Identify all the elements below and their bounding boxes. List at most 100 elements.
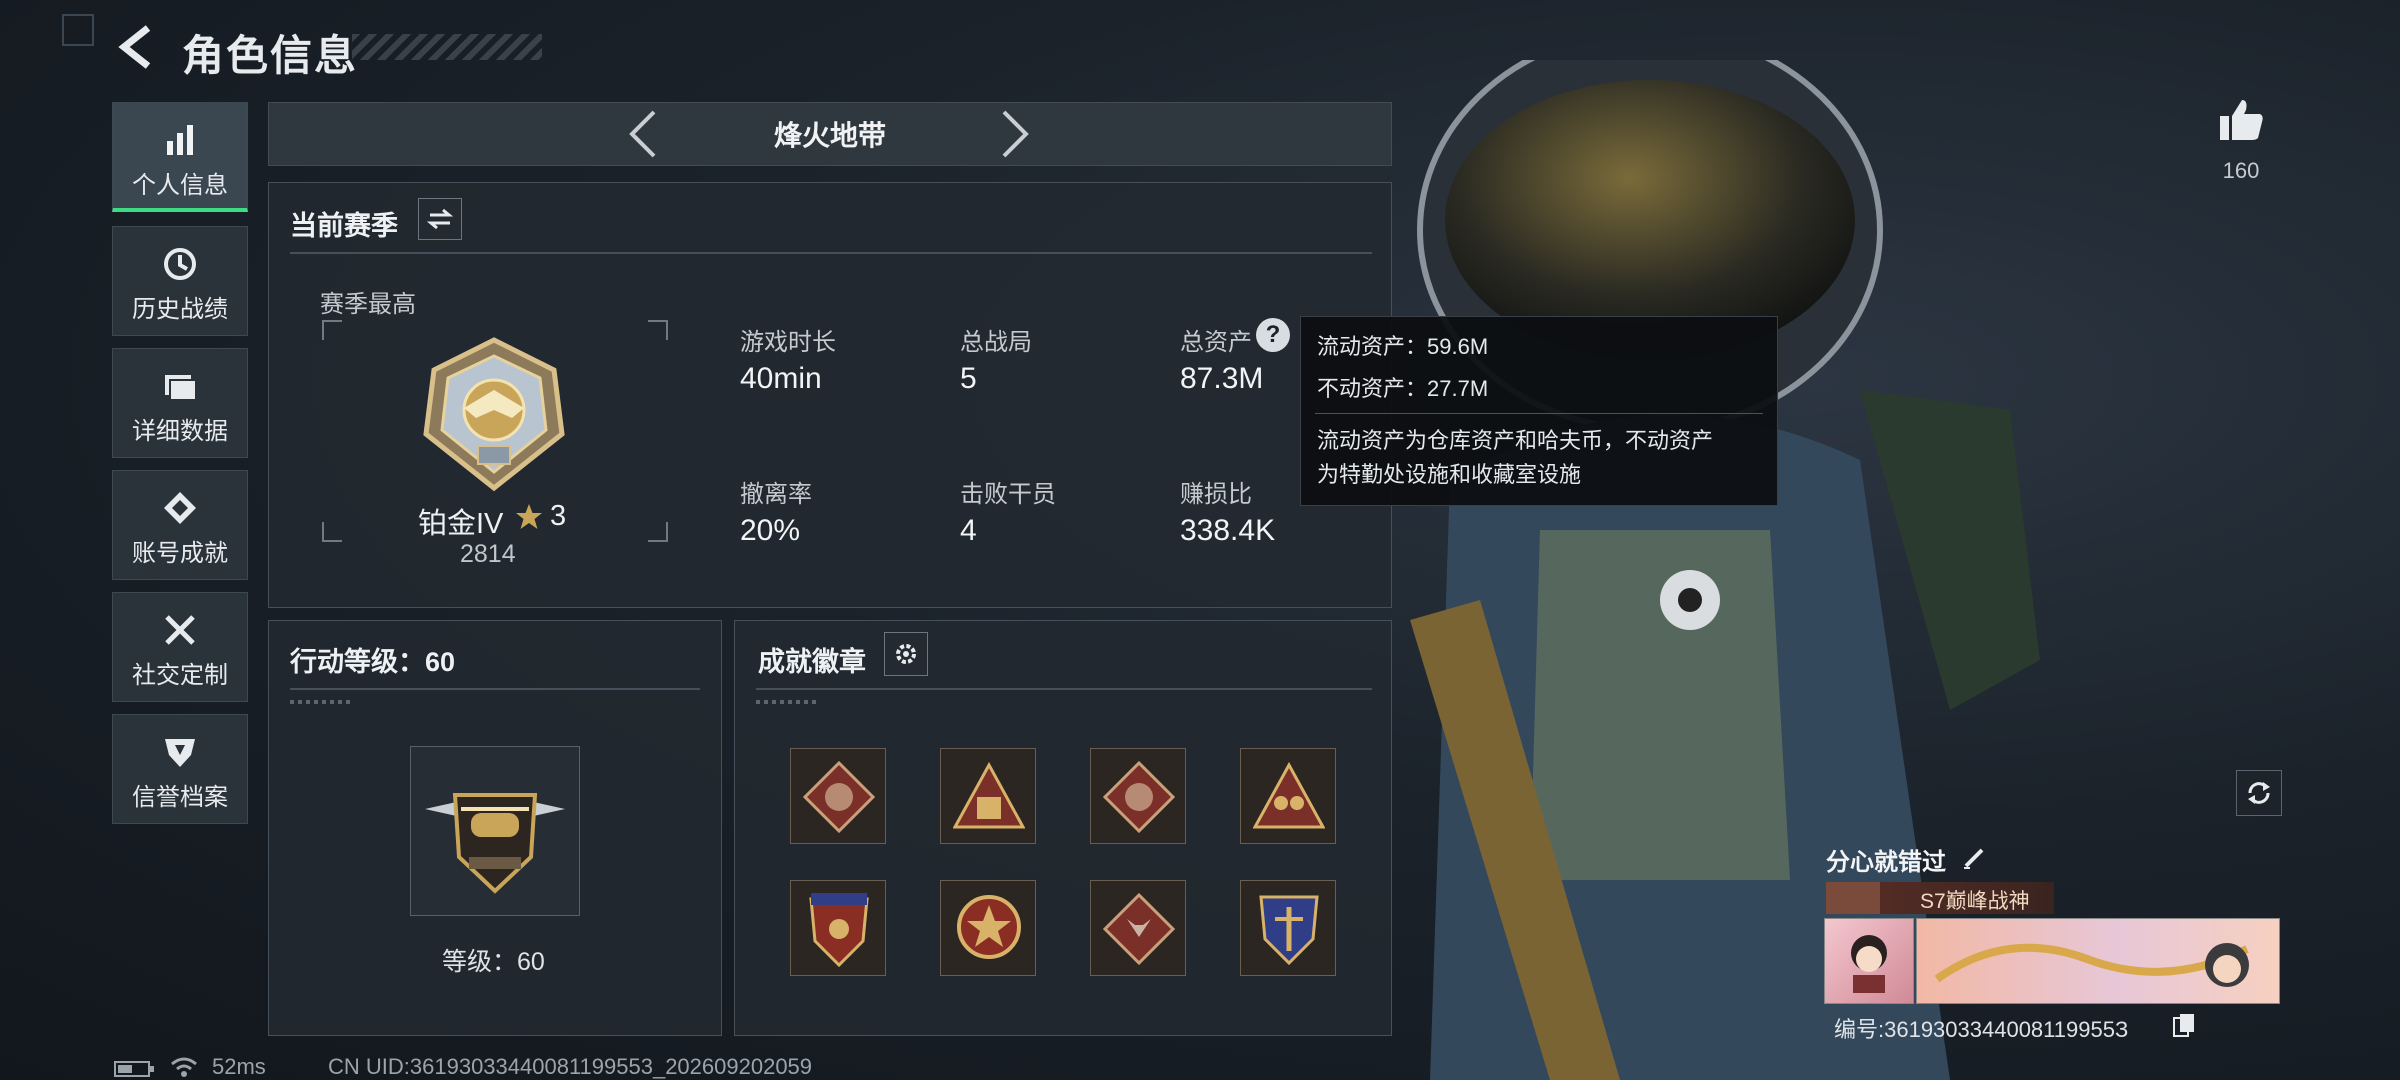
rank-emblem-icon bbox=[423, 337, 565, 492]
sidebar-item-social[interactable]: 社交定制 bbox=[112, 592, 248, 702]
badges-title: 成就徽章 bbox=[758, 647, 866, 677]
stat-label-kills: 击败干员 bbox=[960, 481, 1056, 508]
helicopter-emblem-icon bbox=[425, 793, 565, 894]
rank-score: 2814 bbox=[460, 540, 516, 568]
header-stripes bbox=[352, 34, 542, 60]
corner-decoration bbox=[62, 14, 94, 46]
squad-badge-icon bbox=[1253, 761, 1325, 829]
divider bbox=[290, 252, 1372, 254]
chevron-left-icon[interactable] bbox=[626, 108, 660, 160]
thumbs-up-icon[interactable] bbox=[2218, 96, 2264, 142]
sidebar-item-credit[interactable]: 信誉档案 bbox=[112, 714, 248, 824]
avatar-icon bbox=[1851, 935, 1887, 993]
trident-shield-badge-icon bbox=[1259, 895, 1319, 966]
stat-value-assets: 87.3M bbox=[1180, 362, 1264, 395]
star-icon bbox=[516, 504, 542, 529]
sidebar-item-label: 详细数据 bbox=[132, 418, 228, 445]
player-banner[interactable] bbox=[1916, 918, 2280, 1004]
level-text: 等级：60 bbox=[442, 948, 545, 976]
stat-label-extraction-rate: 撤离率 bbox=[740, 481, 812, 508]
medal-badge-icon bbox=[957, 895, 1021, 959]
season-best-label: 赛季最高 bbox=[320, 291, 416, 318]
stat-value-playtime: 40min bbox=[740, 362, 822, 395]
player-name: 分心就错过 bbox=[1826, 849, 1946, 876]
level-emblem-frame bbox=[410, 746, 580, 916]
sidebar-item-detail-data[interactable]: 详细数据 bbox=[112, 348, 248, 458]
divider bbox=[290, 688, 700, 690]
sidebar-item-personal-info[interactable]: 个人信息 bbox=[112, 102, 248, 212]
ping-text: 52ms bbox=[212, 1054, 266, 1079]
stat-label-playtime: 游戏时长 bbox=[740, 329, 836, 356]
badge-slot[interactable] bbox=[790, 880, 886, 976]
tooltip-fixed-assets: 不动资产：27.7M bbox=[1317, 376, 1489, 401]
sidebar-item-history[interactable]: 历史战绩 bbox=[112, 226, 248, 336]
likes-count: 160 bbox=[2222, 158, 2260, 183]
edit-icon[interactable] bbox=[1962, 844, 1988, 870]
tooltip-desc-line2: 为特勤处设施和收藏室设施 bbox=[1317, 462, 1582, 487]
stat-value-profit-ratio: 338.4K bbox=[1180, 514, 1276, 547]
badge-slot[interactable] bbox=[790, 748, 886, 844]
tooltip-desc-line1: 流动资产为仓库资产和哈夫币，不动资产 bbox=[1317, 428, 1714, 453]
stat-label-matches: 总战局 bbox=[960, 329, 1032, 356]
divider bbox=[756, 688, 1372, 690]
wolf-badge-icon bbox=[1103, 893, 1175, 965]
help-icon[interactable]: ? bbox=[1256, 318, 1290, 352]
wifi-icon bbox=[171, 1057, 197, 1077]
badge-settings-button[interactable] bbox=[884, 632, 928, 676]
sidebar-item-label: 信誉档案 bbox=[132, 784, 228, 811]
season-title: 当前赛季 bbox=[290, 211, 398, 241]
stat-label-assets: 总资产 bbox=[1180, 329, 1252, 356]
banner-art-icon bbox=[1934, 943, 2249, 987]
badge-slot[interactable] bbox=[1090, 748, 1186, 844]
badge-slot[interactable] bbox=[1240, 748, 1336, 844]
folder-icon bbox=[165, 375, 197, 401]
divider bbox=[1315, 413, 1763, 414]
stat-value-matches: 5 bbox=[960, 362, 977, 395]
back-icon[interactable] bbox=[112, 22, 162, 72]
title-tag: S7巅峰战神 bbox=[1826, 882, 2054, 914]
badge-slot[interactable] bbox=[940, 880, 1036, 976]
sidebar-item-label: 历史战绩 bbox=[132, 296, 228, 323]
player-avatar[interactable] bbox=[1824, 918, 1914, 1004]
swap-icon bbox=[427, 208, 453, 230]
tick-decoration bbox=[756, 700, 816, 704]
dragon-badge-icon bbox=[1103, 761, 1175, 833]
assets-tooltip: 流动资产：59.6M 不动资产：27.7M 流动资产为仓库资产和哈夫币，不动资产… bbox=[1300, 316, 1778, 506]
achievement-icon bbox=[164, 492, 196, 524]
title-tag-text: S7巅峰战神 bbox=[1920, 890, 2030, 913]
player-id: 编号:3619303344008119955З bbox=[1834, 1017, 2129, 1042]
battery-icon bbox=[114, 1061, 154, 1077]
history-icon bbox=[164, 248, 196, 280]
shield-icon bbox=[165, 739, 195, 767]
sidebar-item-achievements[interactable]: 账号成就 bbox=[112, 470, 248, 580]
badge-slot[interactable] bbox=[1240, 880, 1336, 976]
stat-value-kills: 4 bbox=[960, 514, 977, 547]
dragon-badge-icon bbox=[803, 761, 875, 833]
action-level-title: 行动等级：60 bbox=[290, 647, 456, 677]
tools-icon bbox=[165, 615, 195, 645]
rank-name: 铂金IV bbox=[418, 508, 504, 540]
rotate-model-button[interactable] bbox=[2236, 770, 2282, 816]
refresh-icon bbox=[2248, 782, 2270, 804]
chevron-right-icon[interactable] bbox=[998, 108, 1032, 160]
eagle-shield-badge-icon bbox=[809, 893, 869, 968]
page-title: 角色信息 bbox=[182, 32, 359, 79]
mode-label: 烽火地带 bbox=[773, 120, 886, 151]
copy-icon[interactable] bbox=[2172, 1012, 2196, 1038]
uid-text: CN UID:36193033440081199553_202609202059 bbox=[328, 1054, 813, 1079]
tick-decoration bbox=[290, 700, 350, 704]
badge-slot[interactable] bbox=[1090, 880, 1186, 976]
gear-icon bbox=[896, 644, 916, 664]
badge-slot[interactable] bbox=[940, 748, 1036, 844]
sidebar-item-label: 账号成就 bbox=[132, 540, 228, 567]
bar-chart-icon bbox=[167, 125, 193, 155]
stat-value-extraction-rate: 20% bbox=[740, 514, 801, 547]
sidebar-item-label: 个人信息 bbox=[132, 172, 228, 199]
rank-stars: 3 bbox=[550, 500, 567, 532]
season-switch-button[interactable] bbox=[418, 198, 462, 240]
sidebar-item-label: 社交定制 bbox=[132, 662, 228, 689]
supply-badge-icon bbox=[953, 761, 1025, 829]
tooltip-liquid-assets: 流动资产：59.6M bbox=[1317, 334, 1489, 359]
title-tag-icon bbox=[1826, 882, 1880, 914]
stat-label-profit-ratio: 赚损比 bbox=[1180, 481, 1252, 508]
